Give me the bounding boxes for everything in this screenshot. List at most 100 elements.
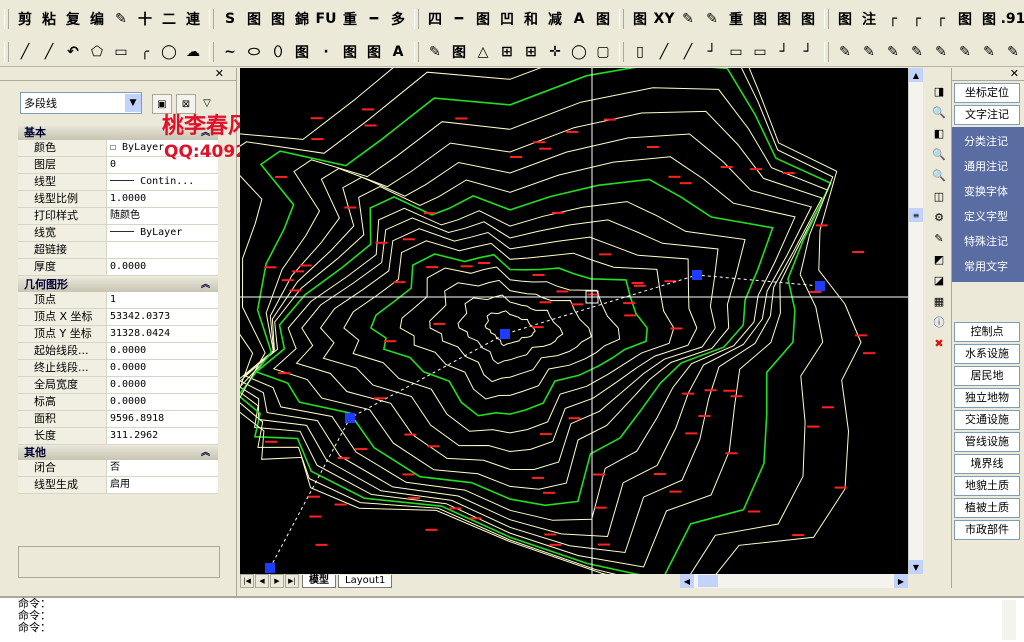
toolbar-button[interactable]: 图 (339, 41, 361, 63)
toolbar-button[interactable]: ▢ (592, 41, 614, 63)
toolbar-button[interactable]: ✎ (930, 41, 952, 63)
property-value[interactable]: 启用 (107, 477, 218, 493)
panel-button[interactable]: 管线设施 (954, 432, 1020, 452)
toolbar-button[interactable]: 凹 (496, 8, 518, 30)
panel-button[interactable]: 交通设施 (954, 410, 1020, 430)
panel-button[interactable]: 定义字型 (954, 205, 1018, 229)
tool-icon[interactable]: ◩ (930, 250, 948, 268)
toolbar-button[interactable]: 图 (243, 8, 265, 30)
contour-drawing[interactable] (240, 68, 908, 574)
toolbar-button[interactable]: 图 (797, 8, 819, 30)
section-header[interactable]: 其他 ︽ (18, 446, 218, 460)
scroll-right-icon[interactable]: ▶ (894, 574, 908, 588)
toolbar-button[interactable]: ╱ (677, 41, 699, 63)
toolbar-button[interactable]: ◯ (158, 41, 180, 63)
toolbar-button[interactable]: 减 (544, 8, 566, 30)
panel-button[interactable]: 植被土质 (954, 498, 1020, 518)
panel-button[interactable]: 特殊注记 (954, 230, 1018, 254)
toolbar-button[interactable]: ▯ (629, 41, 651, 63)
scroll-down-icon[interactable]: ▼ (909, 560, 923, 574)
delete-icon[interactable]: ✖ (930, 334, 948, 352)
scroll-up-icon[interactable]: ▲ (909, 68, 923, 82)
property-row[interactable]: 面积 9596.8918 (18, 411, 218, 428)
panel-button[interactable]: 境界线 (954, 454, 1020, 474)
toolbar-button[interactable]: ┌ (930, 8, 952, 30)
toolbar-button[interactable]: 图 (592, 8, 614, 30)
toolbar-grip[interactable] (824, 42, 829, 62)
toolbar-button[interactable]: S (219, 8, 241, 30)
toolbar-button[interactable]: 图 (978, 8, 1000, 30)
grid-icon[interactable]: ▦ (930, 292, 948, 310)
toolbar-button[interactable]: ▭ (725, 41, 747, 63)
zoom-icon[interactable]: 🔍 (930, 103, 948, 121)
toolbar-button[interactable]: XY (653, 8, 675, 30)
panel-button[interactable]: 控制点 (954, 322, 1020, 342)
object-type-select[interactable]: 多段线 ▼ (20, 92, 142, 114)
toolbar-button[interactable]: 编 (86, 8, 108, 30)
tool-icon[interactable]: ◨ (930, 82, 948, 100)
toolbar-button[interactable]: 二 (158, 8, 180, 30)
property-value[interactable]: 311.2962 (107, 428, 218, 444)
prev-tab-icon[interactable]: ◀ (255, 574, 269, 588)
toolbar-button[interactable]: 粘 (38, 8, 60, 30)
property-value[interactable]: 0.0000 (107, 394, 218, 410)
property-row[interactable]: 线型生成 启用 (18, 477, 218, 494)
panel-button[interactable]: 通用注记 (954, 155, 1018, 179)
toolbar-button[interactable]: ✎ (906, 41, 928, 63)
scroll-left-icon[interactable]: ◀ (680, 574, 694, 588)
property-row[interactable]: 顶点 X 坐标 53342.0373 (18, 309, 218, 326)
toolbar-button[interactable]: 图 (448, 41, 470, 63)
info-icon[interactable]: ⓘ (930, 313, 948, 331)
toolbar-button[interactable]: 剪 (14, 8, 36, 30)
toolbar-button[interactable]: 图 (773, 8, 795, 30)
panel-button[interactable]: 变换字体 (954, 180, 1018, 204)
toolbar-button[interactable]: ⊞ (496, 41, 518, 63)
property-row[interactable]: 打印样式 随颜色 (18, 208, 218, 225)
property-row[interactable]: 顶点 Y 坐标 31328.0424 (18, 326, 218, 343)
toolbar-button[interactable]: ━ (448, 8, 470, 30)
command-line[interactable]: 命令： 命令： 命令： (0, 596, 1024, 642)
toolbar-grip[interactable] (414, 42, 419, 62)
property-value[interactable]: 否 (107, 460, 218, 476)
toolbar-button[interactable]: ━ (363, 8, 385, 30)
property-value[interactable]: 31328.0424 (107, 326, 218, 342)
section-header[interactable]: 几何图形 ︽ (18, 278, 218, 292)
toolbar-button[interactable]: ⬯ (267, 41, 289, 63)
toolbar-button[interactable]: ✎ (978, 41, 1000, 63)
panel-button[interactable]: 市政部件 (954, 520, 1020, 540)
toolbar-button[interactable]: ┌ (906, 8, 928, 30)
toolbar-button[interactable]: 多 (387, 8, 409, 30)
property-value[interactable]: 0.0000 (107, 259, 218, 275)
property-value[interactable]: 0.0000 (107, 343, 218, 359)
toolbar-grip[interactable] (619, 42, 624, 62)
toolbar-button[interactable]: ◯ (568, 41, 590, 63)
property-value[interactable]: 1.0000 (107, 191, 218, 207)
toolbar-button[interactable]: ┘ (701, 41, 723, 63)
toolbar-button[interactable]: 图 (749, 8, 771, 30)
next-tab-icon[interactable]: ▶ (270, 574, 284, 588)
property-row[interactable]: 长度 311.2962 (18, 428, 218, 445)
panel-button[interactable]: 地貌土质 (954, 476, 1020, 496)
toolbar-grip[interactable] (209, 42, 214, 62)
toolbar-button[interactable]: ∼ (219, 41, 241, 63)
toolbar-grip[interactable] (619, 9, 624, 29)
drawing-canvas[interactable] (240, 68, 908, 574)
vertical-scrollbar[interactable]: ▲ ≡ ▼ (908, 68, 923, 574)
first-tab-icon[interactable]: |◀ (240, 574, 254, 588)
toolbar-button[interactable]: ╱ (653, 41, 675, 63)
toolbar-button[interactable]: ✎ (954, 41, 976, 63)
toolbar-button[interactable]: 連 (182, 8, 204, 30)
panel-button[interactable]: 分类注记 (954, 130, 1018, 154)
chevron-down-icon[interactable]: ▼ (125, 94, 141, 112)
property-value[interactable]: 1 (107, 292, 218, 308)
toolbar-button[interactable]: ┌ (882, 8, 904, 30)
toolbar-button[interactable]: 图 (363, 41, 385, 63)
property-value[interactable]: ──── ByLayer (107, 225, 218, 241)
panel-button[interactable]: 常用文字 (954, 255, 1018, 279)
scroll-thumb[interactable]: ≡ (909, 208, 923, 222)
toolbar-button[interactable]: 图 (629, 8, 651, 30)
toolbar-button[interactable]: ▭ (110, 41, 132, 63)
property-value[interactable] (107, 242, 218, 258)
property-row[interactable]: 顶点 1 (18, 292, 218, 309)
property-row[interactable]: 线型 ──── Contin... (18, 174, 218, 191)
